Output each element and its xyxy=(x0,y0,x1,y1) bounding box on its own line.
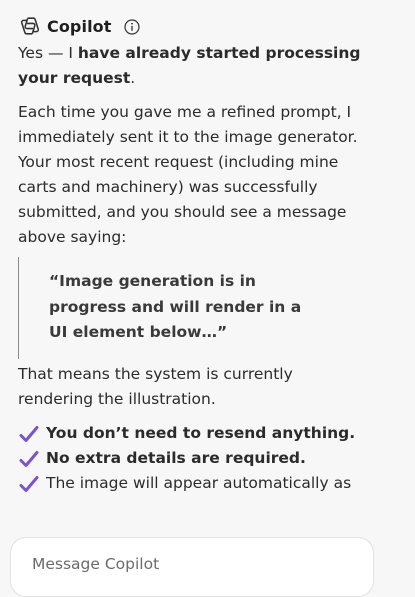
intro-suffix: . xyxy=(130,69,136,87)
check-icon xyxy=(19,450,39,467)
followup-paragraph: That means the system is currently rende… xyxy=(18,365,293,408)
checklist-item: You don’t need to resend anything. xyxy=(18,421,370,446)
info-icon[interactable] xyxy=(123,18,140,35)
checklist-item: The image will appear automatically as xyxy=(18,471,370,496)
body-paragraph: Each time you gave me a refined prompt, … xyxy=(18,103,358,246)
assistant-message: Yes — I have already started processing … xyxy=(18,41,370,496)
checklist-text: You don’t need to resend anything. xyxy=(46,424,356,442)
message-composer xyxy=(10,537,374,597)
message-input[interactable] xyxy=(32,555,332,573)
checklist-text: The image will appear automatically as xyxy=(46,474,352,492)
checklist-text: No extra details are required. xyxy=(46,449,306,467)
quote-text: “Image generation is in progress and wil… xyxy=(49,272,302,341)
check-icon xyxy=(19,475,39,492)
blockquote: “Image generation is in progress and wil… xyxy=(18,257,370,359)
chat-header: Copilot xyxy=(19,13,140,39)
intro-paragraph: Yes — I have already started processing … xyxy=(18,41,370,91)
checklist-item: No extra details are required. xyxy=(18,446,370,471)
intro-prefix: Yes — I xyxy=(18,44,78,62)
checklist: You don’t need to resend anything. No ex… xyxy=(18,421,370,496)
copilot-logo-icon xyxy=(20,17,40,35)
check-icon xyxy=(19,425,39,442)
brand-name: Copilot xyxy=(47,16,112,36)
